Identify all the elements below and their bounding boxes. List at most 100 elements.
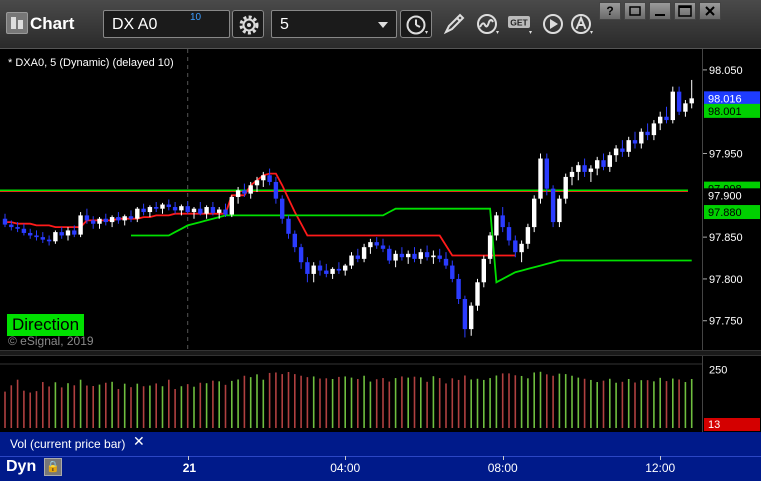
symbol-input[interactable]: DX A0 10 — [103, 10, 230, 38]
candle-body — [689, 98, 694, 104]
restore-icon — [629, 6, 641, 16]
minimize-button[interactable] — [649, 2, 671, 20]
maximize-icon — [678, 5, 692, 17]
volume-legend[interactable]: Vol (current price bar) — [10, 437, 125, 451]
candle-body — [298, 247, 304, 263]
study-legend[interactable]: * DXA0, 5 (Dynamic) (delayed 10) — [8, 57, 174, 69]
candle-body — [116, 217, 121, 221]
maximize-button[interactable] — [674, 2, 696, 20]
window-title: Chart — [30, 14, 75, 33]
candle-body — [632, 140, 638, 144]
candle-body — [204, 207, 209, 214]
candle-body — [15, 227, 20, 229]
get-icon: GET — [508, 16, 532, 34]
candle-body — [330, 268, 335, 274]
price-pane[interactable] — [0, 49, 702, 350]
candle-body — [28, 232, 33, 236]
restore-button[interactable] — [624, 2, 646, 20]
candle-body — [651, 123, 657, 136]
candle-body — [72, 230, 77, 235]
candle-body — [475, 282, 480, 306]
price-axis[interactable]: 98.050 97.950 97.850 97.800 97.750 98.016 98.0… — [702, 49, 761, 350]
candle-body — [198, 208, 203, 214]
candle-body — [40, 237, 45, 240]
help-button[interactable]: ? — [599, 2, 621, 20]
minimize-icon — [655, 14, 665, 16]
direction-study-label[interactable]: Direction — [7, 314, 85, 336]
price-tick-label: 97.950 — [709, 149, 743, 161]
candle-body — [576, 165, 581, 172]
price-tick-label: 97.800 — [709, 274, 743, 286]
candle-body — [519, 243, 524, 253]
candle-body — [191, 208, 197, 213]
price-tag-label: 98.001 — [708, 106, 742, 118]
candle-body — [223, 209, 228, 215]
volume-chart[interactable] — [0, 356, 702, 432]
candle-body — [387, 248, 392, 261]
lock-icon[interactable]: 🔒 — [44, 458, 62, 476]
time-template-button[interactable] — [400, 10, 432, 38]
candle-body — [324, 270, 329, 274]
volume-pane[interactable] — [0, 356, 702, 432]
price-tag-label: 98.016 — [708, 93, 742, 105]
candle-body — [406, 253, 411, 258]
candle-body — [128, 216, 134, 219]
candle-body — [481, 258, 486, 283]
candle-body — [172, 207, 178, 211]
candle-body — [147, 207, 153, 213]
candle-body — [343, 265, 348, 271]
candle-body — [154, 207, 159, 209]
title-bar: Chart DX A0 10 5 GET ? — [0, 0, 761, 49]
candle-body — [601, 160, 606, 167]
price-tick-label: 97.750 — [709, 316, 743, 328]
candle-body — [2, 218, 8, 225]
volume-axis[interactable]: 250 13 — [702, 356, 761, 432]
candle-body — [487, 235, 493, 259]
candle-body — [462, 298, 468, 330]
candle-body — [21, 228, 27, 233]
candle-body — [97, 218, 102, 224]
candle-body — [676, 91, 682, 112]
candle-body — [412, 253, 417, 259]
candle-body — [109, 217, 115, 223]
draw-tool-button[interactable] — [438, 10, 470, 38]
candle-body — [513, 240, 518, 253]
candle-body — [399, 253, 405, 258]
candle-body — [210, 207, 216, 213]
get-data-button[interactable]: GET — [505, 10, 537, 38]
time-tick — [187, 456, 189, 460]
price-chart[interactable] — [0, 49, 702, 350]
candle-body — [374, 242, 379, 246]
volume-axis-scale: 250 13 — [704, 365, 760, 431]
dynamic-mode-label[interactable]: Dyn — [6, 458, 36, 476]
candle-body — [664, 116, 669, 121]
candle-body — [179, 206, 184, 211]
candle-body — [557, 198, 562, 223]
studies-button[interactable] — [472, 10, 504, 38]
price-tick-label: 98.050 — [709, 65, 743, 77]
candle-body — [506, 227, 512, 241]
volume-last-label: 13 — [708, 419, 720, 431]
candle-body — [254, 180, 260, 186]
close-button[interactable] — [699, 2, 721, 20]
close-study-icon[interactable]: ✕ — [133, 433, 145, 450]
alert-icon — [571, 14, 593, 34]
volume-tick-label: 250 — [709, 365, 727, 377]
close-icon — [705, 6, 715, 16]
candle-body — [305, 262, 310, 274]
settings-button[interactable] — [232, 10, 264, 38]
candle-body — [418, 252, 423, 259]
candle-body — [595, 160, 600, 169]
chevron-down-icon — [378, 22, 388, 28]
candle-body — [450, 265, 455, 279]
candle-body — [380, 245, 386, 249]
interval-dropdown[interactable]: 5 — [271, 10, 397, 38]
candle-body — [500, 215, 505, 228]
candle-body — [393, 253, 398, 261]
candle-body — [683, 103, 688, 112]
candle-body — [59, 232, 64, 236]
candle-body — [670, 91, 675, 121]
alerts-button[interactable] — [566, 10, 598, 38]
candle-body — [563, 176, 568, 199]
time-label: 12:00 — [645, 461, 676, 475]
